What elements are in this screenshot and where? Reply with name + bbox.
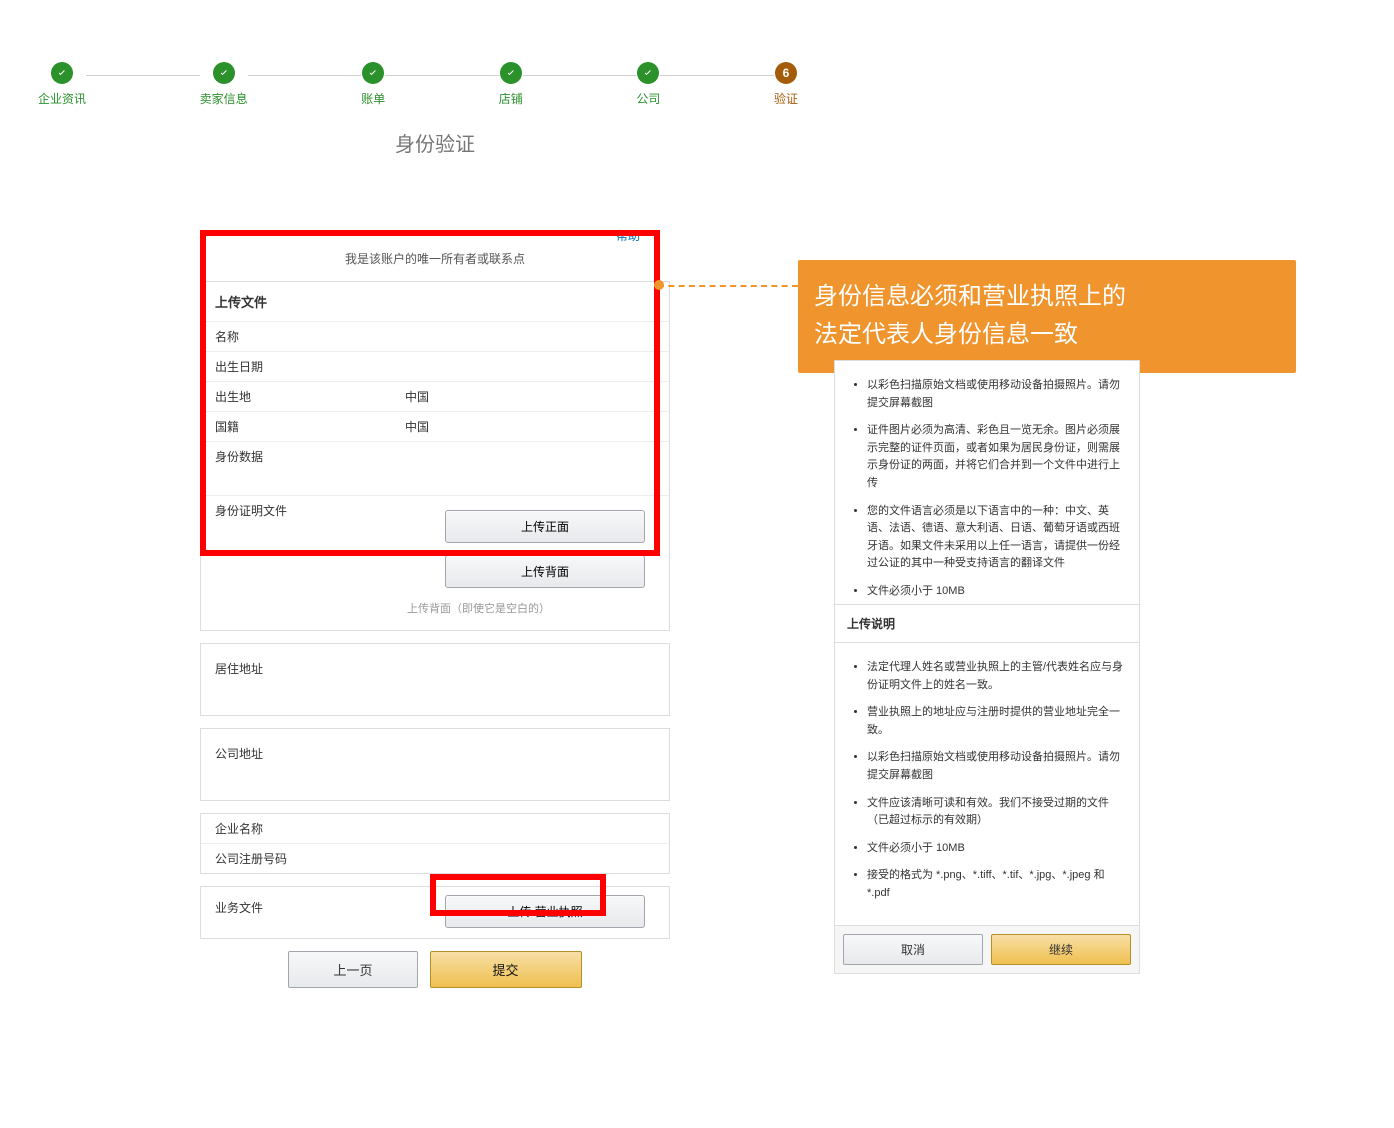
upload-documents-section: 上传文件 名称 出生日期 出生地 中国 国籍 中国 身份数据 身份证明文件 上传… (200, 281, 670, 631)
nationality-value: 中国 (391, 412, 669, 441)
iddoc-row: 身份证明文件 上传正面 上传背面 上传背面（即使它是空白的） (201, 496, 669, 630)
reg-no-row: 公司注册号码 (201, 844, 669, 873)
callout-line-1: 身份信息必须和营业执照上的 (814, 278, 1280, 316)
list-item: 以彩色扫描原始文档或使用移动设备拍摄照片。请勿提交屏幕截图 (867, 749, 1127, 784)
name-value (391, 322, 669, 351)
iddata-label: 身份数据 (201, 442, 391, 495)
upload-back-button[interactable]: 上传背面 (445, 555, 645, 588)
step-1: 企业资讯 (38, 62, 86, 107)
iddoc-upload-area: 上传正面 上传背面 上传背面（即使它是空白的） (391, 496, 669, 630)
identity-callout: 身份信息必须和营业执照上的 法定代表人身份信息一致 (798, 260, 1296, 373)
birthplace-label: 出生地 (201, 382, 391, 411)
nationality-row: 国籍 中国 (201, 412, 669, 442)
iddoc-label: 身份证明文件 (201, 496, 391, 630)
list-item: 文件应该清晰可读和有效。我们不接受过期的文件（已超过标示的有效期） (867, 795, 1127, 830)
list-item: 法定代理人姓名或营业执照上的主管/代表姓名应与身份证明文件上的姓名一致。 (867, 659, 1127, 694)
upload-guidelines-panel-2: 上传说明 法定代理人姓名或营业执照上的主管/代表姓名应与身份证明文件上的姓名一致… (834, 604, 1140, 974)
birthplace-row: 出生地 中国 (201, 382, 669, 412)
callout-connector-line (658, 285, 798, 287)
step-2: 卖家信息 (200, 62, 248, 107)
step-connector (86, 75, 200, 76)
step-4: 店铺 (499, 62, 523, 107)
step-label: 账单 (361, 90, 385, 107)
list-item: 文件必须小于 10MB (867, 840, 1127, 858)
step-label: 公司 (636, 90, 660, 107)
progress-steps: 企业资讯 卖家信息 账单 店铺 公司 6 验证 (38, 62, 798, 107)
panel2-continue-button[interactable]: 继续 (991, 934, 1131, 965)
list-item: 接受的格式为 *.png、*.tiff、*.tif、*.jpg、*.jpeg 和… (867, 867, 1127, 902)
business-doc-section: 业务文件 上传 营业执照 (200, 886, 670, 939)
step-connector (660, 75, 774, 76)
check-icon (500, 62, 522, 84)
current-step-icon: 6 (775, 62, 797, 84)
company-info-section: 企业名称 公司注册号码 (200, 813, 670, 874)
upload-back-note: 上传背面（即使它是空白的） (407, 600, 655, 616)
biz-doc-row: 业务文件 上传 营业执照 (201, 887, 669, 938)
list-item: 您的文件语言必须是以下语言中的一种：中文、英语、法语、德语、意大利语、日语、葡萄… (867, 503, 1127, 573)
company-name-label: 企业名称 (201, 814, 391, 843)
step-3: 账单 (361, 62, 385, 107)
submit-button[interactable]: 提交 (430, 951, 582, 988)
dob-label: 出生日期 (201, 352, 391, 381)
check-icon (213, 62, 235, 84)
list-item: 证件图片必须为高清、彩色且一览无余。图片必须展示完整的证件页面，或者如果为居民身… (867, 422, 1127, 492)
step-label: 企业资讯 (38, 90, 86, 107)
biz-doc-upload-area: 上传 营业执照 (391, 887, 669, 938)
panel2-cancel-button[interactable]: 取消 (843, 934, 983, 965)
name-label: 名称 (201, 322, 391, 351)
list-item: 文件必须小于 10MB (867, 583, 1127, 601)
iddata-value (391, 442, 669, 495)
residential-address-row: 居住地址 (200, 643, 670, 716)
previous-button[interactable]: 上一页 (288, 951, 417, 988)
page-title: 身份验证 (200, 128, 670, 157)
step-label: 验证 (774, 90, 798, 107)
section-title: 上传文件 (201, 282, 669, 322)
dob-row: 出生日期 (201, 352, 669, 382)
step-6: 6 验证 (774, 62, 798, 107)
company-address-row: 公司地址 (200, 728, 670, 801)
name-row: 名称 (201, 322, 669, 352)
panel2-title: 上传说明 (835, 605, 1139, 643)
birthplace-value: 中国 (391, 382, 669, 411)
check-icon (362, 62, 384, 84)
form-nav-buttons: 上一页 提交 (200, 951, 670, 988)
check-icon (51, 62, 73, 84)
help-link[interactable]: 帮助 (200, 227, 670, 244)
step-label: 卖家信息 (200, 90, 248, 107)
identity-verification-form: 身份验证 帮助 我是该账户的唯一所有者或联系点 上传文件 名称 出生日期 出生地… (200, 128, 670, 988)
dob-value (391, 352, 669, 381)
step-connector (523, 75, 637, 76)
guideline-list-2: 法定代理人姓名或营业执照上的主管/代表姓名应与身份证明文件上的姓名一致。 营业执… (847, 659, 1127, 903)
upload-license-button[interactable]: 上传 营业执照 (445, 895, 645, 928)
upload-front-button[interactable]: 上传正面 (445, 510, 645, 543)
reg-no-label: 公司注册号码 (201, 844, 391, 873)
list-item: 以彩色扫描原始文档或使用移动设备拍摄照片。请勿提交屏幕截图 (867, 377, 1127, 412)
biz-doc-label: 业务文件 (201, 887, 391, 938)
iddata-row: 身份数据 (201, 442, 669, 496)
step-connector (385, 75, 499, 76)
list-item: 营业执照上的地址应与注册时提供的营业地址完全一致。 (867, 704, 1127, 739)
callout-line-2: 法定代表人身份信息一致 (814, 316, 1280, 354)
step-label: 店铺 (499, 90, 523, 107)
check-icon (637, 62, 659, 84)
panel2-buttons: 取消 继续 (835, 925, 1139, 973)
step-connector (248, 75, 362, 76)
company-name-row: 企业名称 (201, 814, 669, 844)
owner-statement: 我是该账户的唯一所有者或联系点 (200, 250, 670, 267)
step-5: 公司 (636, 62, 660, 107)
nationality-label: 国籍 (201, 412, 391, 441)
